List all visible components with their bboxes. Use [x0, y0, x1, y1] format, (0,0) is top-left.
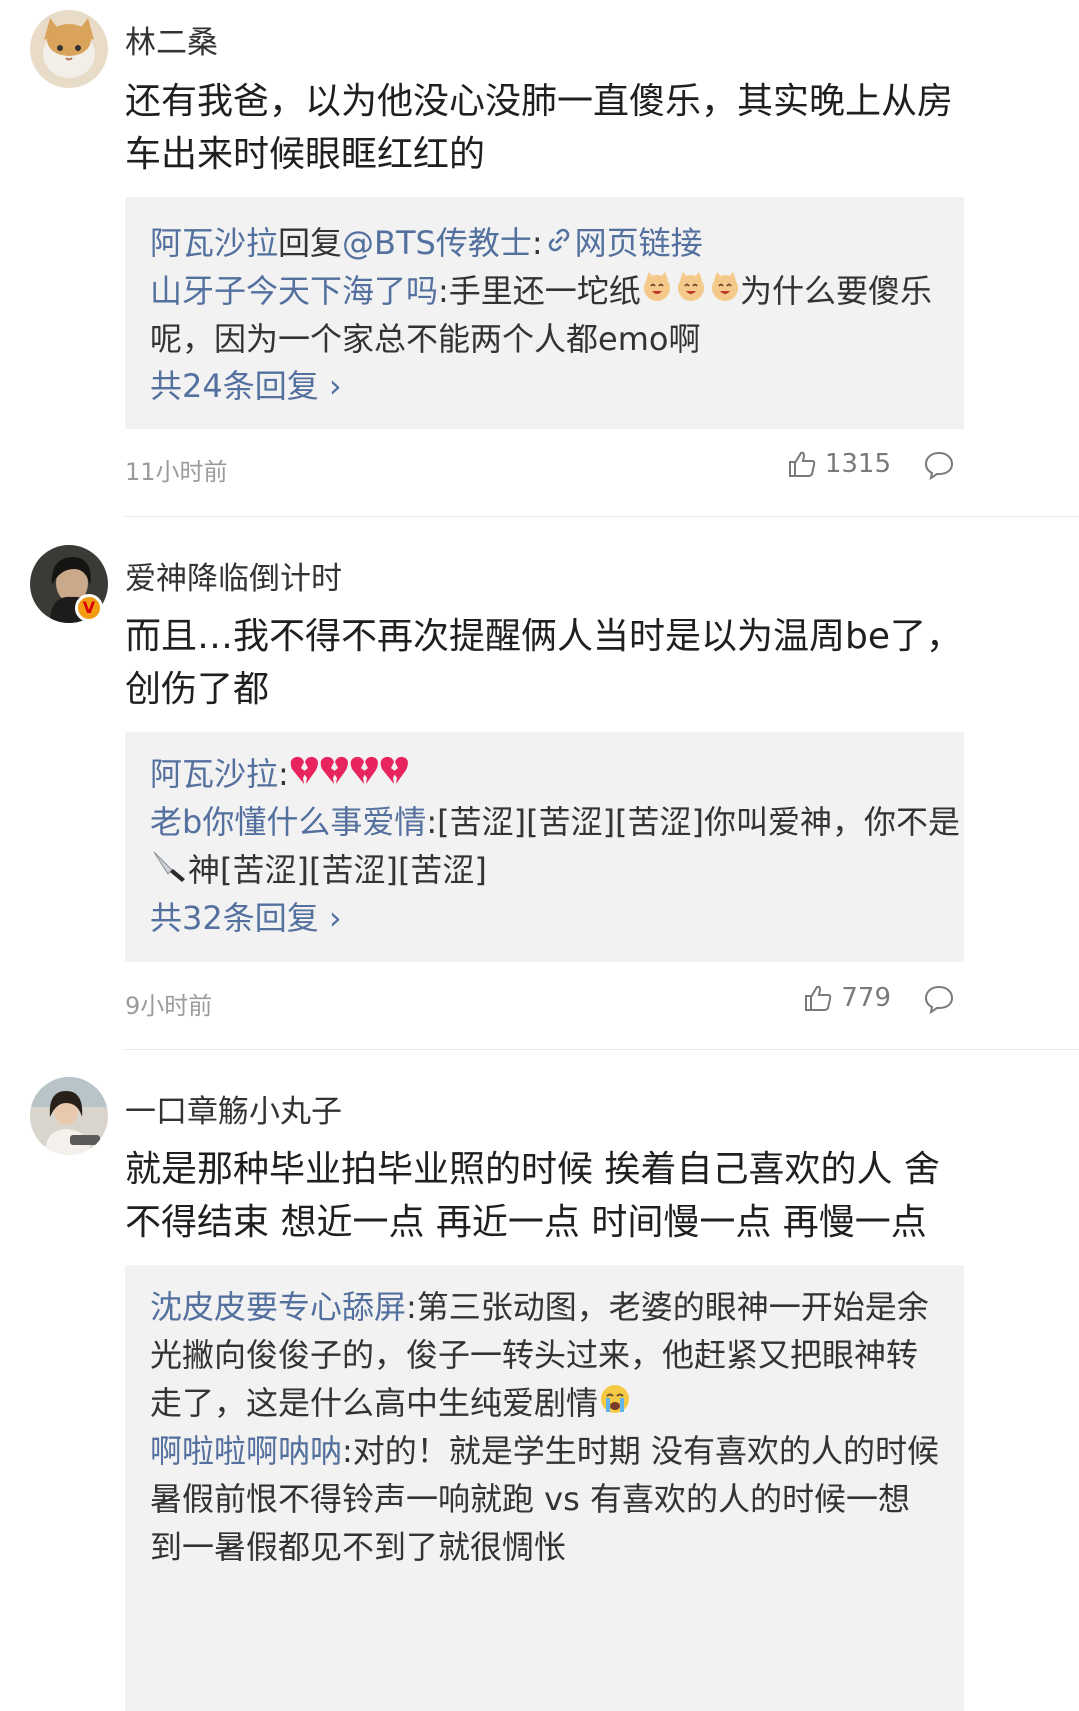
- reply-box[interactable]: 阿瓦沙拉: 老b你懂什么事爱情:[苦涩][苦涩][苦涩]你叫爱神，你不是 神[苦…: [125, 732, 964, 962]
- reply-line: 阿瓦沙拉回复@BTS传教士: 网页链接: [150, 219, 950, 269]
- thumbs-up-icon: [787, 449, 817, 479]
- thumbs-up-icon: [803, 983, 833, 1013]
- crying-emoji: [598, 1381, 632, 1429]
- web-link[interactable]: 网页链接: [575, 224, 703, 262]
- comment-text: 还有我爸，以为他没心没肺一直傻乐，其实晚上从房车出来时候眼眶红红的: [125, 81, 954, 175]
- reply-sep: :: [342, 1432, 353, 1470]
- reply-line: 神[苦涩][苦涩][苦涩]: [150, 846, 950, 897]
- verified-badge-icon: V: [75, 594, 103, 622]
- broken-heart-emoji: [289, 752, 409, 800]
- timestamp: 9小时前: [125, 992, 213, 1020]
- reply-line: 阿瓦沙拉:: [150, 750, 950, 800]
- reply-box[interactable]: 阿瓦沙拉回复@BTS传教士: 网页链接 山牙子今天下海了吗:手里还一坨纸 为什么要…: [125, 197, 964, 429]
- reply-target[interactable]: @BTS传教士: [342, 224, 532, 262]
- avatar[interactable]: [30, 1077, 108, 1155]
- more-replies-link[interactable]: 共24条回复 ›: [150, 362, 950, 410]
- like-count: 1315: [824, 449, 891, 479]
- reply-user[interactable]: 阿瓦沙拉: [150, 224, 278, 262]
- avatar[interactable]: [30, 10, 108, 88]
- like-count: 779: [841, 983, 891, 1013]
- reply-text: 神[苦涩][苦涩][苦涩]: [188, 851, 487, 889]
- reply-mid: 回复: [278, 224, 343, 262]
- more-replies-label: 共24条回复: [150, 367, 319, 405]
- comment-bubble-icon[interactable]: [923, 450, 955, 480]
- divider: [125, 516, 1079, 517]
- comment-text: 就是那种毕业拍毕业照的时候 挨着自己喜欢的人 舍不得结束 想近一点 再近一点 时…: [125, 1149, 940, 1243]
- reply-user[interactable]: 老b你懂什么事爱情: [150, 803, 426, 841]
- more-replies-label: 共32条回复: [150, 899, 319, 937]
- more-replies-link[interactable]: 共32条回复 ›: [150, 894, 950, 942]
- like-button[interactable]: 779: [803, 983, 891, 1013]
- reply-sep: :: [426, 803, 438, 841]
- reply-user[interactable]: 阿瓦沙拉: [150, 755, 278, 793]
- reply-sep: :: [406, 1288, 417, 1326]
- like-button[interactable]: 1315: [787, 449, 891, 479]
- link-icon: [543, 221, 575, 269]
- reply-user[interactable]: 啊啦啦啊呐呐: [150, 1432, 342, 1470]
- comment-text: 而且…我不得不再次提醒俩人当时是以为温周be了，创伤了都: [125, 616, 963, 710]
- chevron-right-icon: ›: [318, 899, 342, 937]
- reply-line: 老b你懂什么事爱情:[苦涩][苦涩][苦涩]你叫爱神，你不是: [150, 798, 960, 846]
- reply-box[interactable]: 沈皮皮要专心舔屏:第三张动图，老婆的眼神一开始是余光撇向俊俊子的，俊子一转头过来…: [125, 1265, 964, 1711]
- username[interactable]: 爱神降临倒计时: [125, 553, 342, 598]
- username[interactable]: 林二桑: [125, 17, 218, 62]
- knife-emoji: [150, 848, 188, 897]
- reply-line: 啊啦啦啊呐呐:对的！就是学生时期 没有喜欢的人的时候 暑假前恨不得铃声一响就跑 …: [150, 1427, 940, 1571]
- reply-user[interactable]: 沈皮皮要专心舔屏: [150, 1288, 406, 1326]
- reply-line: 沈皮皮要专心舔屏:第三张动图，老婆的眼神一开始是余光撇向俊俊子的，俊子一转头过来…: [150, 1283, 940, 1429]
- chevron-right-icon: ›: [318, 367, 342, 405]
- comment-bubble-icon[interactable]: [923, 984, 955, 1014]
- reply-sep: :: [278, 755, 289, 793]
- timestamp: 11小时前: [125, 458, 228, 486]
- reply-sep: :: [531, 224, 543, 262]
- reply-text: [苦涩][苦涩][苦涩]你叫爱神，你不是: [437, 803, 961, 841]
- divider: [125, 1049, 1079, 1050]
- username[interactable]: 一口章觞小丸子: [125, 1086, 342, 1131]
- reply-text-wrap: 为什么要傻乐呢，因为一个家总不能两个人都emo啊: [150, 272, 933, 358]
